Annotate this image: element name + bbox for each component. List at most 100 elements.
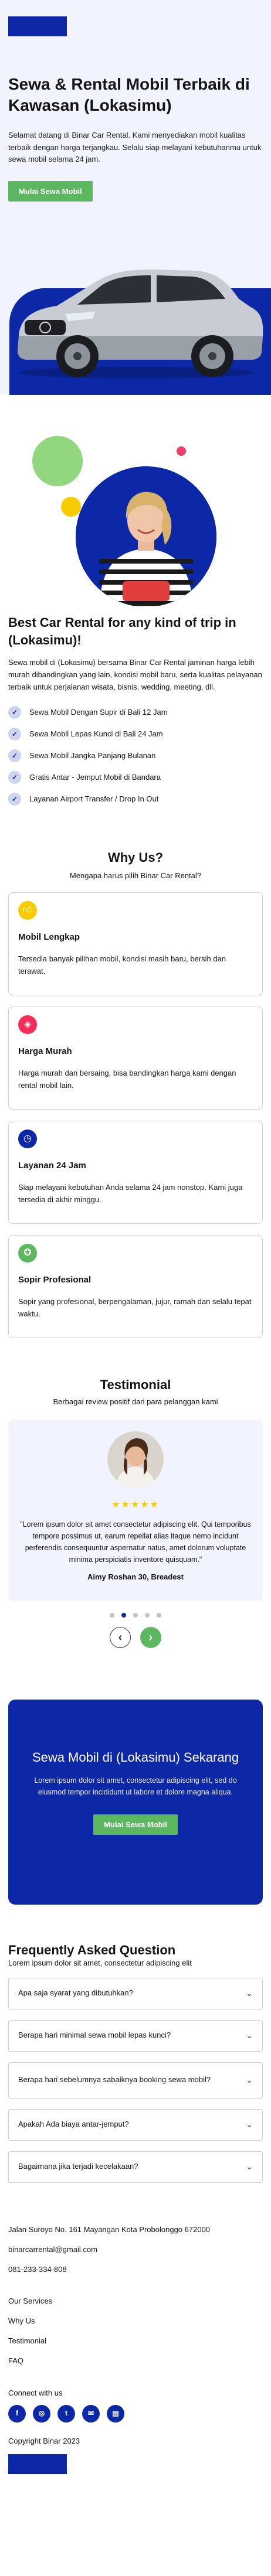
footer-link-our-services[interactable]: Our Services [8,2295,263,2307]
faq-question: Apa saja syarat yang dibutuhkan? [18,1988,133,1998]
footer: Jalan Suroyo No. 161 Mayangan Kota Probo… [0,2193,271,2497]
instagram-icon[interactable]: ◎ [33,2404,50,2423]
list-item: ✓ Sewa Mobil Jangka Panjang Bulanan [8,745,263,767]
why-card: 👍︎ Mobil Lengkap Tersedia banyak pilihan… [8,892,263,995]
list-item: ✓ Gratis Antar - Jemput Mobil di Bandara [8,767,263,789]
woman-image [76,466,216,607]
carousel-dot[interactable] [110,1613,114,1618]
faq-subtitle: Lorem ipsum dolor sit amet, consectetur … [8,1959,192,1968]
services-title: Best Car Rental for any kind of trip in … [8,615,236,647]
faq-item[interactable]: Bagaimana jika terjadi kecelakaan? ⌄ [8,2151,263,2183]
why-subtitle: Mengapa harus pilih Binar Car Rental? [69,871,201,880]
navbar [0,0,271,41]
check-icon: ✓ [8,706,21,719]
testimonial-title: Testimonial [100,1377,171,1392]
services-description: Sewa mobil di (Lokasimu) bersama Binar C… [8,658,262,691]
faq-section: Frequently Asked Question Lorem ipsum do… [0,1905,271,2183]
footer-logo[interactable] [8,2454,67,2474]
next-arrow-icon[interactable]: › [140,1627,161,1649]
twitch-icon[interactable]: ▤ [107,2404,124,2423]
service-item-label: Gratis Antar - Jemput Mobil di Bandara [29,773,161,782]
carousel-dot[interactable] [133,1613,138,1618]
why-card: ◷ Layanan 24 Jam Siap melayani kebutuhan… [8,1121,263,1224]
why-us-section: Why Us? Mengapa harus pilih Binar Car Re… [0,822,271,1338]
faq-question: Berapa hari sebelumnya sabaiknya booking… [18,2075,211,2084]
faq-item[interactable]: Apa saja syarat yang dibutuhkan? ⌄ [8,1977,263,2009]
footer-address: Jalan Suroyo No. 161 Mayangan Kota Probo… [8,2224,211,2234]
social-links: f ◎ t ✉ ▤ [8,2404,263,2423]
cta-button[interactable]: Mulai Sewa Mobil [93,1814,178,1835]
cta-description: Lorem ipsum dolor sit amet, consectetur … [34,1776,237,1797]
prev-arrow-icon[interactable]: ‹ [110,1627,131,1649]
faq-item[interactable]: Apakah Ada biaya antar-jemput? ⌄ [8,2108,263,2141]
faq-question: Berapa hari minimal sewa mobil lepas kun… [18,2031,171,2040]
clock-icon: ◷ [18,1130,37,1148]
avatar [107,1431,164,1488]
list-item: ✓ Layanan Airport Transfer / Drop In Out [8,789,263,810]
why-card: ✪ Sopir Profesional Sopir yang profesion… [8,1235,263,1338]
card-text: Harga murah dan bersaing, bisa bandingka… [18,1069,236,1090]
check-icon: ✓ [8,771,21,784]
faq-title: Frequently Asked Question [8,1943,176,1958]
footer-link-testimonial[interactable]: Testimonial [8,2335,263,2347]
check-icon: ✓ [8,728,21,741]
list-item: ✓ Sewa Mobil Dengan Supir di Bali 12 Jam [8,702,263,724]
chevron-down-icon: ⌄ [246,2075,253,2084]
card-title: Mobil Lengkap [18,932,80,942]
services-list: ✓ Sewa Mobil Dengan Supir di Bali 12 Jam … [8,702,263,810]
testimonial-section: Testimonial Berbagai review positif dari… [0,1349,271,1649]
list-item: ✓ Sewa Mobil Lepas Kunci di Bali 24 Jam [8,724,263,745]
copyright: Copyright Binar 2023 [8,2436,80,2445]
footer-link-why-us[interactable]: Why Us [8,2315,263,2327]
service-item-label: Sewa Mobil Dengan Supir di Bali 12 Jam [29,708,168,717]
connect-label: Connect with us [8,2388,63,2397]
email-icon[interactable]: ✉ [82,2404,100,2423]
footer-email[interactable]: binarcarrental@gmail.com [8,2244,263,2256]
why-title: Why Us? [107,849,164,865]
service-item-label: Sewa Mobil Lepas Kunci di Bali 24 Jam [29,729,163,739]
facebook-icon[interactable]: f [8,2404,26,2423]
why-card: ◈ Harga Murah Harga murah dan bersaing, … [8,1006,263,1110]
thumbs-up-icon: 👍︎ [18,901,37,920]
page: Sewa & Rental Mobil Terbaik di Kawasan (… [0,0,271,2497]
testimonial-author: Aimy Roshan 30, Breadest [87,1572,184,1582]
testimonial-subtitle: Berbagai review positif dari para pelang… [53,1397,218,1407]
card-text: Sopir yang profesional, berpengalaman, j… [18,1297,252,1319]
hero-cta-button[interactable]: Mulai Sewa Mobil [8,181,93,202]
award-icon: ✪ [18,1244,37,1263]
testimonial-quote: "Lorem ipsum dolor sit amet consectetur … [20,1520,251,1564]
services-illustration [0,430,271,607]
card-title: Layanan 24 Jam [18,1161,86,1171]
faq-item[interactable]: Berapa hari sebelumnya sabaiknya booking… [8,2062,263,2099]
card-text: Siap melayani kebutuhan Anda selama 24 j… [18,1183,243,1205]
cta-banner: Sewa Mobil di (Lokasimu) Sekarang Lorem … [8,1700,263,1905]
carousel-dot-active[interactable] [121,1613,126,1618]
carousel-dots [0,1613,271,1618]
faq-question: Bagaimana jika terjadi kecelakaan? [18,2162,138,2171]
footer-link-faq[interactable]: FAQ [8,2355,263,2367]
footer-phone[interactable]: 081-233-334-808 [8,2264,263,2275]
twitter-icon[interactable]: t [57,2404,75,2423]
decor-dot-red [177,446,186,456]
card-title: Harga Murah [18,1046,72,1056]
hero-description: Selamat datang di Binar Car Rental. Kami… [8,130,262,164]
faq-question: Apakah Ada biaya antar-jemput? [18,2120,129,2129]
chevron-down-icon: ⌄ [246,2030,253,2040]
carousel-dot[interactable] [145,1613,150,1618]
chevron-down-icon: ⌄ [246,2119,253,2129]
logo[interactable] [8,16,67,36]
rating-stars: ★★★★★ [111,1500,160,1510]
hero-title: Sewa & Rental Mobil Terbaik di Kawasan (… [8,75,250,115]
card-text: Tersedia banyak pilihan mobil, kondisi m… [18,954,226,976]
services-section: Best Car Rental for any kind of trip in … [0,395,271,822]
testimonial-card: ★★★★★ "Lorem ipsum dolor sit amet consec… [8,1420,263,1602]
car-image [18,269,263,378]
faq-item[interactable]: Berapa hari minimal sewa mobil lepas kun… [8,2019,263,2052]
chevron-down-icon: ⌄ [246,2161,253,2171]
hero-section: Sewa & Rental Mobil Terbaik di Kawasan (… [0,41,271,395]
service-item-label: Layanan Airport Transfer / Drop In Out [29,794,159,804]
carousel-dot[interactable] [157,1613,161,1618]
service-item-label: Sewa Mobil Jangka Panjang Bulanan [29,751,156,760]
chevron-down-icon: ⌄ [246,1988,253,1998]
check-icon: ✓ [8,749,21,763]
